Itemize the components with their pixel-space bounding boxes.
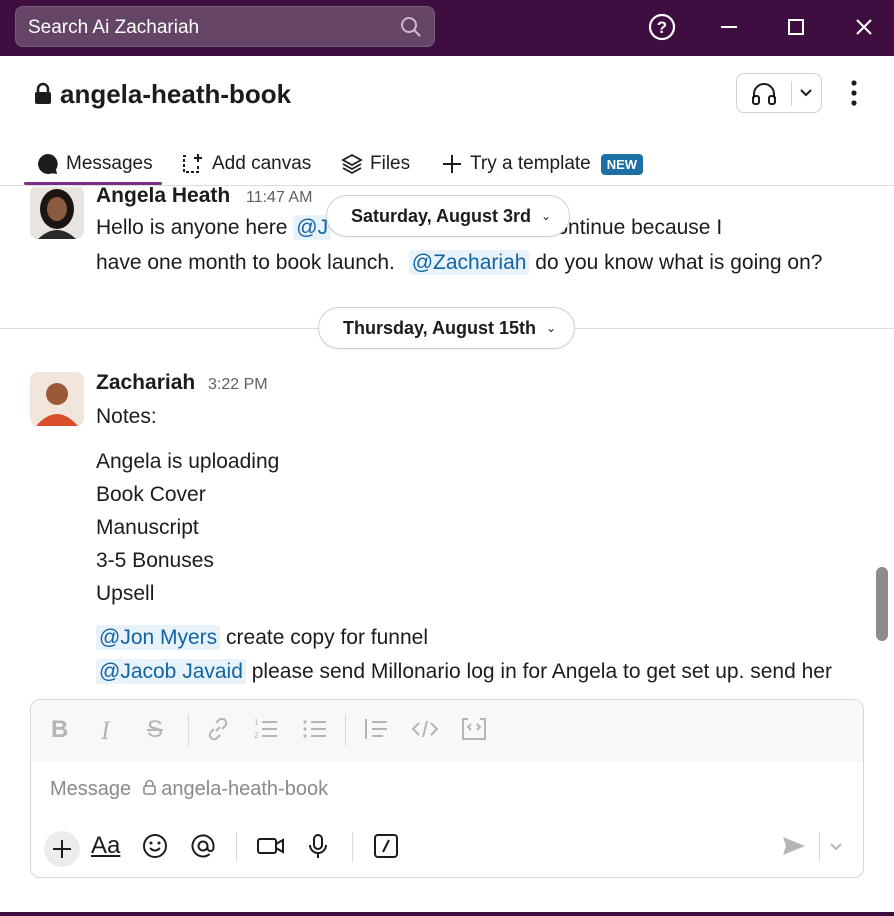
slash-command-icon[interactable]: [373, 832, 399, 865]
message-author[interactable]: Zachariah: [96, 371, 195, 395]
microphone-icon[interactable]: [306, 832, 330, 865]
close-icon[interactable]: [847, 10, 881, 44]
chevron-down-icon[interactable]: [798, 85, 814, 106]
date-label: Thursday, August 15th: [343, 317, 537, 338]
bullet-list-icon[interactable]: [302, 716, 328, 748]
message-input[interactable]: Message angela-heath-book: [50, 778, 328, 801]
avatar[interactable]: [30, 187, 84, 239]
tab-label: Try a template: [470, 153, 591, 174]
date-label: Saturday, August 3rd: [351, 205, 532, 226]
help-icon[interactable]: ?: [645, 10, 679, 44]
message-time[interactable]: 11:47 AM: [246, 189, 312, 207]
message-time[interactable]: 3:22 PM: [208, 376, 268, 394]
formatting-toolbar: B I S 12: [31, 700, 863, 762]
minimize-icon[interactable]: [712, 10, 746, 44]
italic-icon[interactable]: I: [101, 716, 110, 746]
divider: [791, 81, 792, 106]
bold-icon[interactable]: B: [51, 716, 68, 744]
message-icon: [38, 154, 58, 174]
search-input[interactable]: Search Ai Zachariah: [15, 6, 435, 47]
svg-text:?: ?: [657, 18, 667, 37]
avatar[interactable]: [30, 372, 84, 426]
channel-tabs: Messages Add canvas Files Try a template…: [0, 142, 894, 186]
date-divider-pill[interactable]: Thursday, August 15th ⌄: [318, 307, 576, 349]
send-icon[interactable]: [781, 832, 807, 865]
divider: [352, 832, 353, 862]
window-bottom-border: [0, 912, 894, 916]
message-text-segment: please send Millonario log in for Angela…: [251, 660, 832, 683]
emoji-icon[interactable]: [141, 832, 169, 865]
huddle-button[interactable]: [736, 73, 822, 113]
plus-icon: [53, 840, 71, 858]
message-text: Notes:: [96, 405, 157, 428]
tab-label: Add canvas: [212, 153, 312, 174]
chevron-down-icon: ⌄: [546, 321, 557, 335]
code-block-icon[interactable]: [460, 716, 488, 748]
divider: [345, 714, 346, 746]
placeholder-channel: angela-heath-book: [161, 778, 329, 800]
message-text-segment: Hello is anyone here: [96, 216, 288, 239]
tab-files[interactable]: Files: [340, 146, 410, 182]
message-text-segment: do you know what is going on?: [535, 251, 823, 274]
more-options-icon[interactable]: [846, 78, 862, 108]
message-text: have one month to book launch. @Zacharia…: [96, 250, 823, 275]
tab-label: Messages: [66, 153, 153, 174]
list-item: Upsell: [96, 582, 155, 605]
list-item: 3-5 Bonuses: [96, 549, 214, 572]
tab-label: Files: [370, 153, 411, 174]
lock-icon: [142, 778, 162, 800]
tab-messages[interactable]: Messages: [36, 146, 153, 182]
numbered-list-icon[interactable]: 12: [253, 716, 279, 748]
message-composer[interactable]: B I S 12 Message angela-heath-book Aa: [30, 699, 864, 878]
divider: [188, 714, 189, 746]
text-format-icon[interactable]: Aa: [91, 832, 120, 860]
list-item: Angela is uploading: [96, 450, 280, 473]
search-icon: [400, 16, 422, 43]
message-text: @Jacob Javaid please send Millonario log…: [96, 659, 832, 684]
tab-try-template[interactable]: Try a template NEW: [440, 146, 644, 182]
headphones-icon[interactable]: [750, 82, 778, 111]
video-icon[interactable]: [256, 832, 286, 865]
title-bar: Search Ai Zachariah ?: [0, 0, 894, 56]
date-divider-pill[interactable]: Saturday, August 3rd ⌄: [326, 195, 571, 237]
code-icon[interactable]: [411, 716, 439, 748]
message-text: @Jon Myers create copy for funnel: [96, 625, 428, 650]
list-item: Manuscript: [96, 516, 199, 539]
strikethrough-icon[interactable]: S: [147, 716, 163, 744]
mention-icon[interactable]: [189, 832, 217, 865]
blockquote-icon[interactable]: [363, 716, 389, 748]
divider: [819, 832, 820, 862]
channel-title[interactable]: angela-heath-book: [60, 79, 291, 110]
active-tab-indicator: [24, 182, 162, 185]
channel-header: angela-heath-book Messages Add canvas Fi…: [0, 56, 894, 186]
tab-add-canvas[interactable]: Add canvas: [180, 146, 311, 182]
link-icon[interactable]: [205, 716, 231, 748]
placeholder-prefix: Message: [50, 778, 132, 800]
layers-icon: [341, 153, 363, 175]
chevron-down-icon[interactable]: [828, 832, 844, 865]
chevron-down-icon: ⌄: [541, 209, 552, 223]
divider: [236, 832, 237, 862]
mention[interactable]: @Zachariah: [408, 250, 530, 275]
new-badge: NEW: [600, 153, 644, 175]
lock-icon: [33, 82, 53, 111]
svg-text:1: 1: [254, 718, 259, 727]
mention[interactable]: @Jacob Javaid: [96, 659, 246, 684]
plus-icon: [443, 155, 461, 173]
list-item: Book Cover: [96, 483, 206, 506]
mention[interactable]: @Jon Myers: [96, 625, 221, 650]
canvas-icon: [183, 154, 202, 173]
message-text-segment: create copy for funnel: [226, 626, 428, 649]
search-placeholder: Search Ai Zachariah: [28, 17, 200, 38]
attach-plus-button[interactable]: [44, 831, 80, 867]
message-list: Angela Heath 11:47 AM Hello is anyone he…: [0, 187, 894, 697]
maximize-icon[interactable]: [779, 10, 813, 44]
message-author[interactable]: Angela Heath: [96, 187, 230, 208]
message-text-segment: have one month to book launch.: [96, 251, 395, 274]
svg-text:2: 2: [254, 731, 259, 740]
scrollbar-thumb[interactable]: [876, 567, 888, 641]
